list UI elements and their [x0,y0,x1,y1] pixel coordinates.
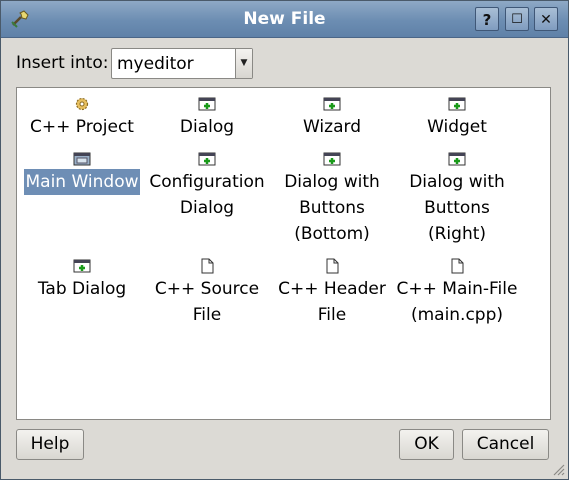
dialog-icon [198,97,216,111]
title-bar[interactable]: New File ? ☐ ✕ [1,1,568,38]
template-item[interactable]: Configuration Dialog [145,151,269,221]
dialog-icon [448,152,466,166]
dialog-icon [73,259,91,273]
template-item[interactable]: Wizard [270,96,394,140]
template-item[interactable]: Dialog [145,96,269,140]
template-item[interactable]: C++ Main-File (main.cpp) [395,258,519,328]
gear-icon [75,97,89,111]
window-icon [73,152,91,166]
help-title-button[interactable]: ? [475,7,499,31]
file-icon [326,258,339,274]
resize-grip-icon[interactable] [551,462,565,476]
dialog-icon [323,97,341,111]
insert-into-value: myeditor [117,54,194,74]
template-item[interactable]: C++ Header File [270,258,394,328]
template-item[interactable]: Widget [395,96,519,140]
insert-into-combo[interactable]: myeditor ▼ [111,48,253,79]
ok-button[interactable]: OK [399,429,454,460]
template-item[interactable]: Tab Dialog [20,258,144,302]
template-item[interactable]: Dialog with Buttons (Bottom) [270,151,394,247]
help-button[interactable]: Help [16,429,84,460]
template-item[interactable]: C++ Project [20,96,144,140]
file-icon [451,258,464,274]
dialog-icon [448,97,466,111]
chevron-down-icon[interactable]: ▼ [235,49,252,78]
close-button[interactable]: ✕ [534,7,558,31]
cancel-button[interactable]: Cancel [462,429,549,460]
template-item[interactable]: Dialog with Buttons (Right) [395,151,519,247]
dialog-icon [323,152,341,166]
new-file-dialog: New File ? ☐ ✕ Insert into: myeditor ▼ C… [0,0,569,480]
file-icon [201,258,214,274]
template-item[interactable]: C++ Source File [145,258,269,328]
template-item-selected[interactable]: Main Window [20,151,144,195]
dialog-icon [198,152,216,166]
template-list: C++ Project Dialog Wizard Widget Main Wi… [16,87,551,420]
insert-into-label: Insert into: [16,53,109,73]
maximize-button[interactable]: ☐ [505,7,529,31]
